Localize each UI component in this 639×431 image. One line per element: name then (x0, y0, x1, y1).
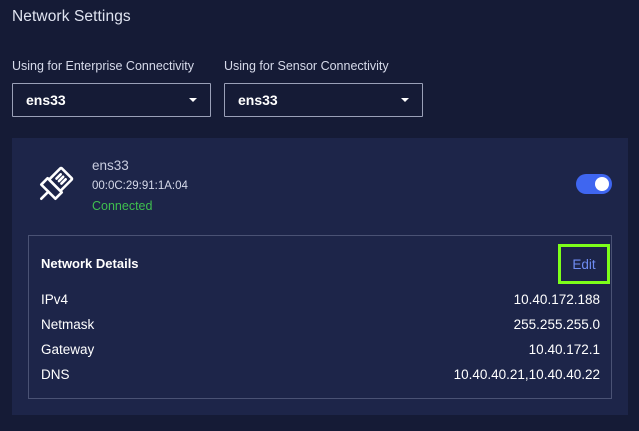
network-settings-page: Network Settings Using for Enterprise Co… (0, 0, 639, 431)
edit-button[interactable]: Edit (558, 244, 610, 284)
interface-mac: 00:0C:29:91:1A:04 (92, 180, 188, 192)
chevron-down-icon (189, 98, 197, 102)
toggle-knob (595, 177, 609, 191)
enterprise-connectivity-label: Using for Enterprise Connectivity (12, 59, 195, 73)
detail-value: 10.40.172.1 (528, 342, 600, 357)
detail-label: DNS (41, 367, 70, 382)
detail-value: 10.40.172.188 (513, 292, 600, 307)
enterprise-connectivity-group: Using for Enterprise Connectivity ens33 (12, 58, 211, 117)
ethernet-plug-icon (39, 166, 74, 201)
detail-value: 10.40.40.21,10.40.40.22 (453, 367, 600, 382)
enterprise-connectivity-value: ens33 (26, 92, 66, 108)
sensor-connectivity-value: ens33 (238, 92, 278, 108)
sensor-connectivity-group: Using for Sensor Connectivity ens33 (224, 58, 423, 117)
detail-row-dns: DNS 10.40.40.21,10.40.40.22 (41, 367, 600, 382)
page-title: Network Settings (12, 8, 131, 25)
enterprise-connectivity-select[interactable]: ens33 (12, 83, 211, 117)
interface-name: ens33 (92, 158, 129, 173)
detail-row-netmask: Netmask 255.255.255.0 (41, 317, 600, 332)
detail-row-ipv4: IPv4 10.40.172.188 (41, 292, 600, 307)
sensor-connectivity-select[interactable]: ens33 (224, 83, 423, 117)
detail-label: IPv4 (41, 292, 69, 307)
network-details-panel: Network Details Edit IPv4 10.40.172.188 … (28, 235, 612, 399)
interface-status: Connected (92, 199, 153, 213)
interface-card: ens33 00:0C:29:91:1A:04 Connected Networ… (12, 138, 628, 415)
interface-enable-toggle[interactable] (576, 174, 612, 194)
chevron-down-icon (401, 98, 409, 102)
detail-value: 255.255.255.0 (513, 317, 600, 332)
detail-label: Netmask (41, 317, 95, 332)
network-details-title: Network Details (41, 256, 139, 271)
detail-row-gateway: Gateway 10.40.172.1 (41, 342, 600, 357)
sensor-connectivity-label: Using for Sensor Connectivity (224, 59, 389, 73)
detail-label: Gateway (41, 342, 95, 357)
